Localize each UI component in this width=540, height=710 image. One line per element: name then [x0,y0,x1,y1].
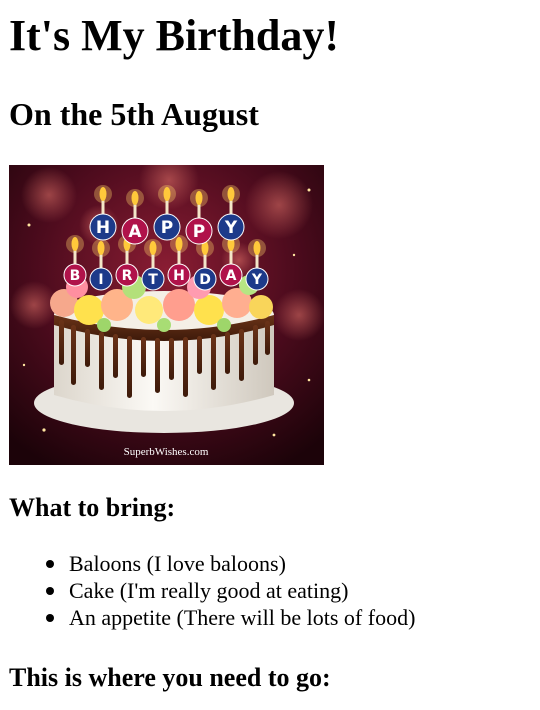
date-heading: On the 5th August [9,96,259,132]
bullet-icon [46,614,54,622]
svg-text:T: T [148,272,158,288]
svg-text:P: P [161,218,173,238]
svg-text:I: I [98,272,103,288]
image-watermark: SuperbWishes.com [124,446,209,458]
list-item: Cake (I'm really good at eating) [9,577,415,604]
svg-text:D: D [199,272,211,288]
svg-text:H: H [173,268,185,284]
bring-heading: What to bring: [9,493,176,522]
svg-text:A: A [128,222,142,242]
svg-text:P: P [193,222,205,242]
svg-text:R: R [122,268,133,284]
list-item: Baloons (I love baloons) [9,550,415,577]
list-item: An appetite (There will be lots of food) [9,604,415,631]
bullet-icon [46,587,54,595]
svg-text:H: H [96,218,110,238]
svg-text:A: A [226,268,237,284]
svg-text:Y: Y [224,218,238,238]
bullet-icon [46,560,54,568]
birthday-cake-image: BIRTHDAY HAPPY SuperbWishes.com [9,165,324,465]
bring-list: Baloons (I love baloons) Cake (I'm reall… [9,550,415,631]
go-heading: This is where you need to go: [9,663,331,692]
page-title: It's My Birthday! [9,11,339,60]
svg-text:B: B [70,268,81,284]
svg-text:Y: Y [251,272,263,288]
